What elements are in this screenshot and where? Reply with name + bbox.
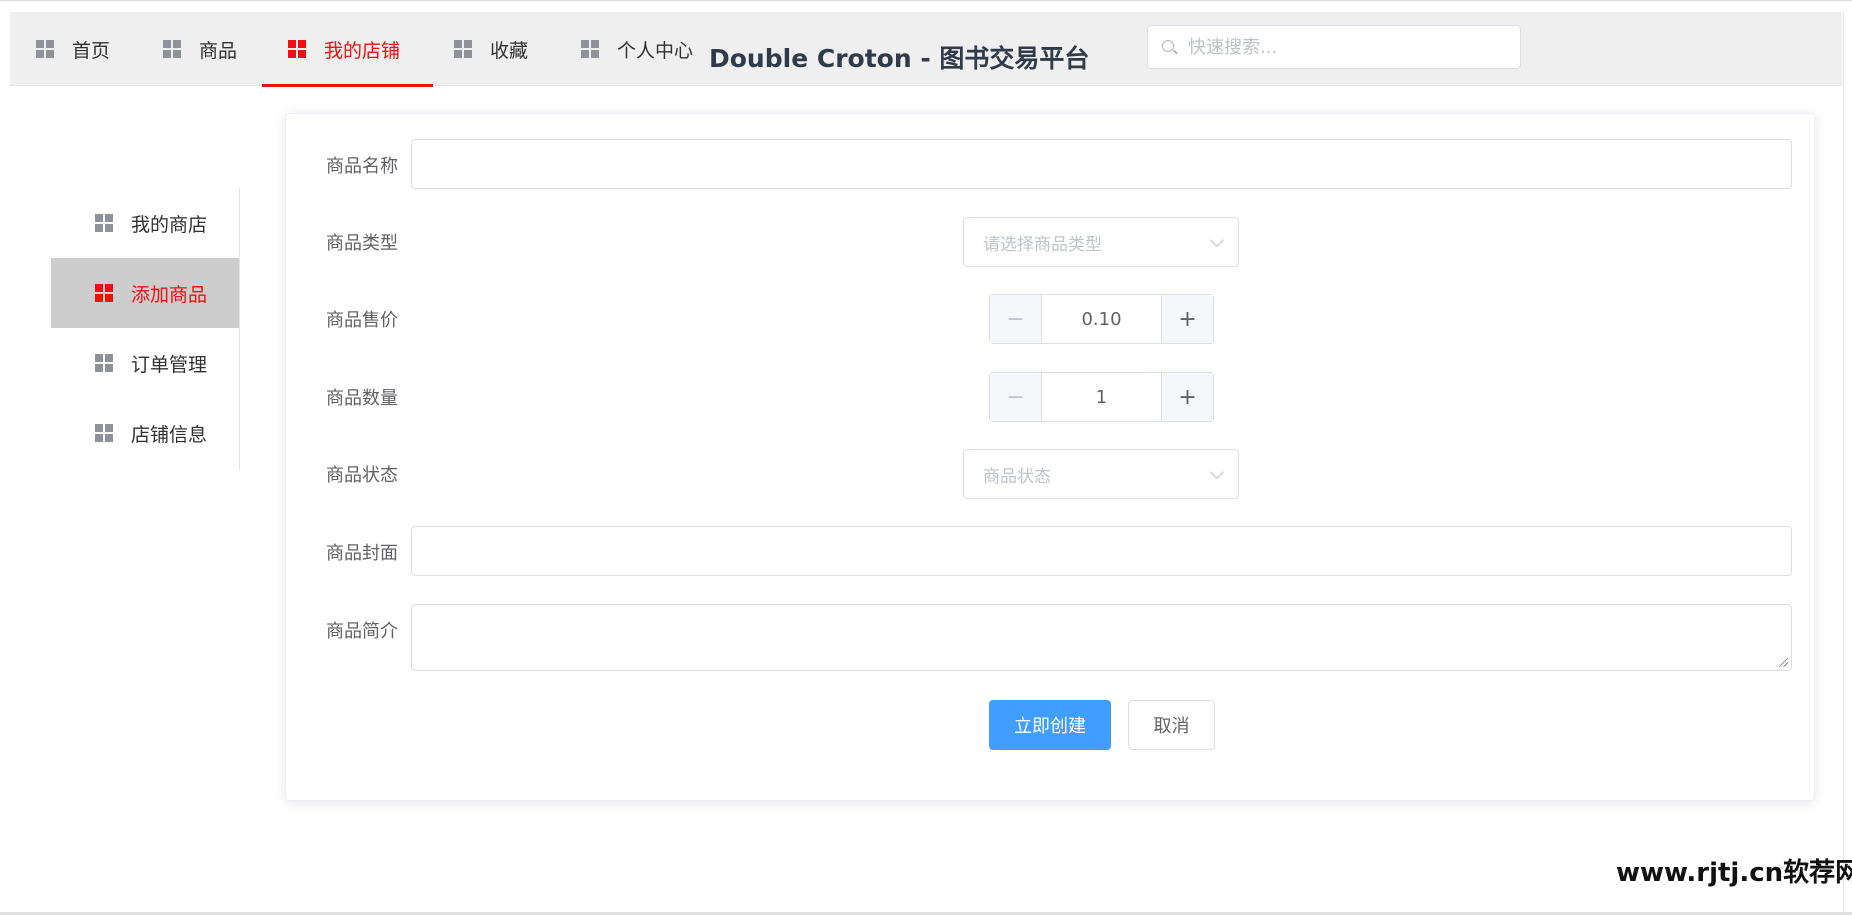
price-value[interactable]: 0.10 bbox=[1042, 295, 1161, 343]
nav-item-label: 商品 bbox=[199, 39, 238, 62]
grid-icon bbox=[288, 40, 306, 58]
product-cover-label: 商品封面 bbox=[326, 543, 398, 564]
product-type-placeholder: 请选择商品类型 bbox=[983, 234, 1102, 255]
top-border bbox=[0, 0, 1852, 12]
product-intro-textarea[interactable] bbox=[411, 604, 1792, 671]
nav-item-products[interactable]: 商品 bbox=[163, 12, 237, 86]
grid-icon bbox=[163, 40, 181, 58]
nav-item-home[interactable]: 首页 bbox=[36, 12, 110, 86]
price-stepper[interactable]: − 0.10 + bbox=[989, 294, 1214, 344]
product-status-placeholder: 商品状态 bbox=[983, 466, 1051, 487]
product-type-label: 商品类型 bbox=[326, 233, 398, 254]
quantity-value[interactable]: 1 bbox=[1042, 373, 1161, 421]
product-status-select[interactable]: 商品状态 bbox=[963, 449, 1239, 499]
grid-icon bbox=[95, 284, 113, 302]
watermark-text: www.rjtj.cn软荐网 bbox=[1616, 858, 1852, 888]
top-navbar: 首页 商品 我的店铺 收藏 个人中心 Double Croton - 图书交易平… bbox=[10, 12, 1842, 87]
price-increment-button[interactable]: + bbox=[1161, 295, 1213, 343]
search-icon bbox=[1162, 40, 1176, 54]
product-status-label: 商品状态 bbox=[326, 465, 398, 486]
nav-item-label: 首页 bbox=[72, 39, 111, 62]
sidebar-item-label: 添加商品 bbox=[131, 283, 208, 306]
scrollbar-track[interactable] bbox=[1843, 12, 1852, 915]
active-tab-indicator bbox=[262, 84, 433, 87]
sidebar-item-my-store[interactable]: 我的商店 bbox=[51, 188, 239, 258]
sidebar-item-label: 订单管理 bbox=[131, 353, 208, 376]
product-name-input[interactable] bbox=[411, 139, 1792, 189]
product-price-label: 商品售价 bbox=[326, 310, 398, 331]
product-type-select[interactable]: 请选择商品类型 bbox=[963, 217, 1239, 267]
search-input[interactable] bbox=[1186, 35, 1500, 59]
grid-icon bbox=[95, 424, 113, 442]
product-name-label: 商品名称 bbox=[326, 156, 398, 177]
site-title: Double Croton - 图书交易平台 bbox=[709, 44, 1090, 73]
grid-icon bbox=[95, 354, 113, 372]
product-intro-label: 商品简介 bbox=[326, 621, 398, 642]
resize-handle-icon[interactable] bbox=[1779, 658, 1788, 667]
nav-item-profile[interactable]: 个人中心 bbox=[581, 12, 693, 86]
sidebar-item-orders[interactable]: 订单管理 bbox=[51, 328, 239, 398]
quantity-stepper[interactable]: − 1 + bbox=[989, 372, 1214, 422]
grid-icon bbox=[454, 40, 472, 58]
sidebar-item-label: 店铺信息 bbox=[131, 423, 208, 446]
nav-item-label: 我的店铺 bbox=[324, 39, 401, 62]
sidebar-item-add-product[interactable]: 添加商品 bbox=[51, 258, 239, 328]
quantity-increment-button[interactable]: + bbox=[1161, 373, 1213, 421]
chevron-down-icon bbox=[1209, 464, 1225, 480]
grid-icon bbox=[581, 40, 599, 58]
add-product-form: 商品名称 商品类型 请选择商品类型 商品售价 − 0.10 + 商品数量 − 1… bbox=[285, 113, 1815, 801]
sidebar-menu: 我的商店 添加商品 订单管理 店铺信息 bbox=[51, 188, 240, 470]
grid-icon bbox=[36, 40, 54, 58]
sidebar-item-label: 我的商店 bbox=[131, 213, 208, 236]
quantity-decrement-button[interactable]: − bbox=[990, 373, 1042, 421]
product-cover-input[interactable] bbox=[411, 526, 1792, 576]
nav-item-favorites[interactable]: 收藏 bbox=[454, 12, 528, 86]
create-button[interactable]: 立即创建 bbox=[989, 700, 1111, 750]
search-box[interactable] bbox=[1147, 25, 1521, 69]
product-quantity-label: 商品数量 bbox=[326, 388, 398, 409]
cancel-button[interactable]: 取消 bbox=[1128, 700, 1215, 750]
nav-item-my-shop[interactable]: 我的店铺 bbox=[262, 12, 433, 87]
price-decrement-button[interactable]: − bbox=[990, 295, 1042, 343]
nav-item-label: 个人中心 bbox=[617, 39, 694, 62]
nav-item-label: 收藏 bbox=[490, 39, 529, 62]
sidebar-item-shop-info[interactable]: 店铺信息 bbox=[51, 398, 239, 468]
chevron-down-icon bbox=[1209, 232, 1225, 248]
grid-icon bbox=[95, 214, 113, 232]
